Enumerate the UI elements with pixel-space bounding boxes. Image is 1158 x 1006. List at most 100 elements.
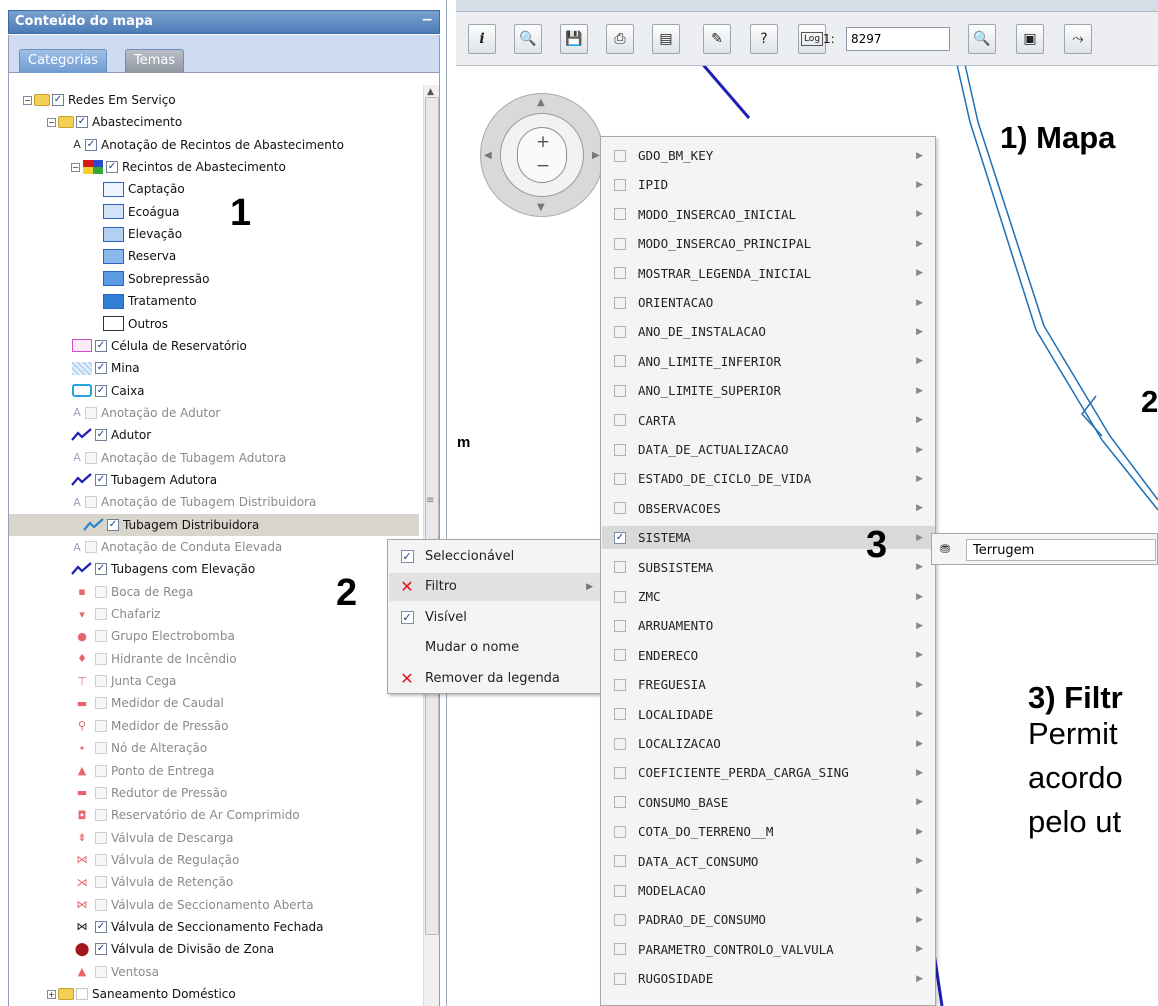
tree-row[interactable]: ✓ Tubagem Distribuidora [9, 513, 419, 536]
layer-visibility-checkbox[interactable] [95, 786, 107, 799]
tree-row[interactable]: A Anotação de Adutor [71, 402, 220, 424]
layer-visibility-checkbox[interactable]: ✓ [107, 518, 119, 531]
layer-visibility-checkbox[interactable] [85, 496, 97, 509]
attribute-menu-item[interactable]: FREGUESIA ▶ [602, 673, 935, 696]
layer-visibility-checkbox[interactable] [95, 853, 107, 866]
tree-row[interactable]: A ✓ Anotação de Recintos de Abastecimento [71, 134, 344, 156]
layer-visibility-checkbox[interactable] [95, 719, 107, 732]
info-button[interactable]: i [468, 24, 496, 54]
layer-visibility-checkbox[interactable] [95, 898, 107, 911]
tree-row[interactable]: ● Grupo Electrobomba [71, 625, 235, 647]
layer-visibility-checkbox[interactable]: ✓ [95, 429, 107, 442]
tree-row[interactable]: A Anotação de Tubagem Adutora [71, 447, 286, 469]
scale-input[interactable] [846, 27, 950, 51]
tree-row[interactable]: ♦ Hidrante de Incêndio [71, 648, 237, 670]
attribute-menu-item[interactable]: CONSUMO_BASE ▶ [602, 791, 935, 814]
attribute-checkbox[interactable] [614, 972, 626, 985]
attribute-menu-item[interactable]: COTA_DO_TERRENO__M ▶ [602, 820, 935, 843]
layer-visibility-checkbox[interactable]: ✓ [76, 116, 88, 129]
tree-row[interactable]: − ✓ Redes Em Serviço [23, 89, 176, 111]
attribute-menu-item[interactable]: ARRUAMENTO ▶ [602, 614, 935, 637]
attribute-menu-item[interactable]: LOCALIDADE ▶ [602, 703, 935, 726]
attribute-checkbox[interactable] [614, 678, 626, 691]
tree-row[interactable]: − ✓ Recintos de Abastecimento [71, 156, 286, 178]
tree-row[interactable]: ✓ Tubagem Adutora [71, 469, 217, 491]
attribute-menu-item[interactable]: GDO_BM_KEY ▶ [602, 144, 935, 167]
tab-categorias[interactable]: Categorias [19, 49, 108, 73]
tree-row[interactable]: Outros [103, 313, 168, 335]
tree-row[interactable]: ⋈ Válvula de Seccionamento Aberta [71, 894, 314, 916]
tree-row[interactable]: − ✓ Abastecimento [47, 111, 182, 133]
attribute-checkbox[interactable] [614, 708, 626, 721]
tree-row[interactable]: ✓ Caixa [71, 380, 145, 402]
expand-collapse-toggle[interactable]: − [23, 95, 32, 105]
zoom-in-icon[interactable]: + [518, 132, 568, 152]
expand-collapse-toggle[interactable]: − [47, 117, 56, 127]
tree-row[interactable]: ▲ Ventosa [71, 961, 159, 983]
context-menu-item[interactable]: ✕ Remover da legenda [389, 664, 601, 692]
scrollbar-thumb[interactable] [425, 97, 439, 935]
attribute-menu-item[interactable]: DATA_DE_ACTUALIZACAO ▶ [602, 438, 935, 461]
attribute-menu-item[interactable]: CARTA ▶ [602, 409, 935, 432]
tree-row[interactable]: ◘ Reservatório de Ar Comprimido [71, 804, 300, 826]
minimize-button[interactable]: − [421, 12, 433, 28]
attribute-menu-item[interactable]: IPID ▶ [602, 173, 935, 196]
context-menu-item[interactable]: ✕ Filtro ▶ [389, 572, 601, 601]
tree-row[interactable]: ✓ Adutor [71, 424, 151, 446]
context-menu-item[interactable]: ✓ Seleccionável [389, 542, 601, 570]
attribute-checkbox[interactable] [614, 208, 626, 221]
attach-button[interactable]: ✎ [703, 24, 731, 54]
tree-row[interactable]: + Saneamento Doméstico [47, 983, 236, 1005]
layer-visibility-checkbox[interactable] [76, 988, 88, 1000]
attribute-checkbox[interactable]: ✓ [614, 531, 626, 544]
layer-visibility-checkbox[interactable] [85, 451, 97, 464]
expand-collapse-toggle[interactable]: + [47, 989, 56, 999]
attribute-checkbox[interactable] [614, 414, 626, 427]
attribute-checkbox[interactable] [614, 561, 626, 574]
route-button[interactable]: ⤳ [1064, 24, 1092, 54]
pan-up-arrow-icon[interactable]: ▲ [537, 97, 545, 108]
layer-visibility-checkbox[interactable]: ✓ [95, 362, 107, 375]
tree-row[interactable]: ⚲ Medidor de Pressão [71, 715, 229, 737]
save-button[interactable]: 💾 [560, 24, 588, 54]
tree-row[interactable]: ▾ Chafariz [71, 603, 160, 625]
layer-visibility-checkbox[interactable] [95, 809, 107, 822]
attribute-menu-item[interactable]: MOSTRAR_LEGENDA_INICIAL ▶ [602, 262, 935, 285]
layer-visibility-checkbox[interactable]: ✓ [85, 138, 97, 151]
attribute-menu-item[interactable]: RUGOSIDADE ▶ [602, 967, 935, 990]
layer-visibility-checkbox[interactable] [95, 608, 107, 621]
attribute-checkbox[interactable] [614, 443, 626, 456]
attribute-checkbox[interactable] [614, 296, 626, 309]
attribute-checkbox[interactable] [614, 502, 626, 515]
pan-right-arrow-icon[interactable]: ▶ [592, 150, 600, 161]
attribute-menu-item[interactable]: MODO_INSERCAO_PRINCIPAL ▶ [602, 232, 935, 255]
zoom-tool-button[interactable]: 🔍 [514, 24, 542, 54]
attribute-checkbox[interactable] [614, 325, 626, 338]
tree-row[interactable]: • Nó de Alteração [71, 737, 207, 759]
layer-visibility-checkbox[interactable] [95, 965, 107, 978]
tree-row[interactable]: A Anotação de Conduta Elevada [71, 536, 282, 558]
attribute-menu-item[interactable]: ANO_DE_INSTALACAO ▶ [602, 320, 935, 343]
attribute-checkbox[interactable] [614, 355, 626, 368]
pan-left-arrow-icon[interactable]: ◀ [484, 150, 492, 161]
attribute-checkbox[interactable] [614, 649, 626, 662]
layer-visibility-checkbox[interactable] [95, 585, 107, 598]
layer-visibility-checkbox[interactable] [95, 831, 107, 844]
attribute-checkbox[interactable] [614, 766, 626, 779]
layer-visibility-checkbox[interactable]: ✓ [95, 339, 107, 352]
tree-row[interactable]: Reserva [103, 245, 176, 267]
attribute-menu-item[interactable]: PADRAO_DE_CONSUMO ▶ [602, 908, 935, 931]
tree-row[interactable]: Elevação [103, 223, 182, 245]
help-button[interactable]: ? [750, 24, 778, 54]
layers-button[interactable]: ▣ [1016, 24, 1044, 54]
context-menu-item[interactable]: Mudar o nome [389, 634, 601, 662]
zoom-scale-button[interactable]: 🔍 [968, 24, 996, 54]
attribute-menu-item[interactable]: LOCALIZACAO ▶ [602, 732, 935, 755]
attribute-menu-item[interactable]: OBSERVACOES ▶ [602, 497, 935, 520]
layer-visibility-checkbox[interactable] [95, 764, 107, 777]
attribute-checkbox[interactable] [614, 237, 626, 250]
attribute-menu-item[interactable]: ANO_LIMITE_INFERIOR ▶ [602, 350, 935, 373]
attribute-checkbox[interactable] [614, 619, 626, 632]
layer-visibility-checkbox[interactable] [95, 742, 107, 755]
layer-visibility-checkbox[interactable] [95, 697, 107, 710]
